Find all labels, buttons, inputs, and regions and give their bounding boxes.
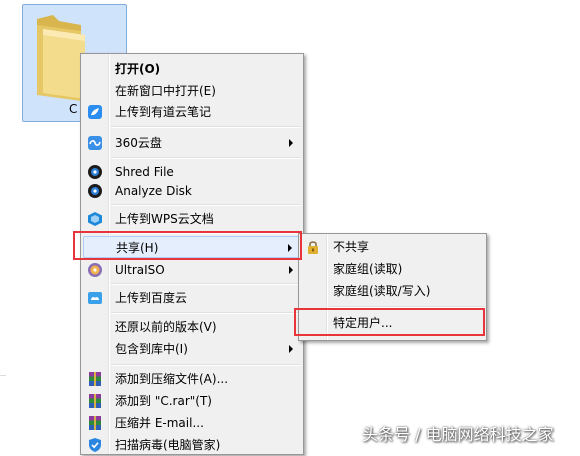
menu-item-upload-baidu[interactable]: 上传到百度云 [83, 287, 301, 309]
menu-separator [111, 364, 301, 366]
menu-item-label: 上传到WPS云文档 [115, 212, 214, 226]
menu-separator [111, 157, 301, 159]
shredder-icon [88, 165, 102, 179]
menu-item-label: 打开(O) [115, 62, 161, 76]
submenu-item-no-share[interactable]: 不共享 [301, 236, 484, 258]
menu-item-label: 家庭组(读取) [333, 262, 403, 276]
submenu-item-homegroup-read[interactable]: 家庭组(读取) [301, 258, 484, 280]
menu-item-restore-previous[interactable]: 还原以前的版本(V) [83, 316, 301, 338]
menu-item-label: 添加到 "C.rar"(T) [115, 394, 212, 408]
menu-item-label: 扫描病毒(电脑管家) [115, 438, 221, 452]
submenu-arrow-icon [289, 266, 293, 274]
menu-item-label: 上传到百度云 [115, 291, 188, 305]
disk-analyzer-icon [88, 184, 102, 198]
menu-item-label: 上传到有道云笔记 [115, 105, 212, 119]
360-cloud-icon [88, 136, 102, 150]
menu-separator [111, 126, 301, 128]
highlight-box-specific-users [294, 308, 485, 336]
menu-item-add-to-archive[interactable]: 添加到压缩文件(A)... [83, 368, 301, 390]
menu-item-label: 家庭组(读取/写入) [333, 284, 431, 298]
menu-item-label: 360云盘 [115, 136, 162, 150]
submenu-item-homegroup-readwrite[interactable]: 家庭组(读取/写入) [301, 280, 484, 302]
menu-separator [111, 283, 301, 285]
menu-item-add-to-c-rar[interactable]: 添加到 "C.rar"(T) [83, 390, 301, 412]
folder-label: C [69, 102, 78, 116]
baidu-cloud-icon [88, 292, 102, 304]
youdao-note-icon [88, 105, 102, 119]
menu-item-compress-email[interactable]: 压缩并 E-mail... [83, 412, 301, 434]
watermark-text: 头条号 / 电脑网络科技之家 [362, 425, 554, 444]
menu-item-label: 压缩并 E-mail... [115, 416, 204, 430]
menu-item-scan-virus[interactable]: 扫描病毒(电脑管家) [83, 434, 301, 456]
submenu-arrow-icon [289, 345, 293, 353]
menu-item-upload-youdao[interactable]: 上传到有道云笔记 [83, 101, 301, 123]
menu-item-label: 不共享 [333, 240, 370, 254]
lock-icon [308, 241, 318, 254]
menu-item-ultraiso[interactable]: UltraISO [83, 259, 301, 281]
menu-item-label: 在新窗口中打开(E) [115, 84, 216, 98]
wps-cloud-icon [88, 212, 102, 226]
menu-separator [111, 204, 301, 206]
menu-item-label: UltraISO [115, 263, 165, 277]
menu-item-include-library[interactable]: 包含到库中(I) [83, 338, 301, 360]
winrar-icon [89, 372, 101, 386]
menu-item-label: 包含到库中(I) [115, 342, 188, 356]
menu-item-open[interactable]: 打开(O) [83, 58, 301, 80]
menu-item-upload-wps[interactable]: 上传到WPS云文档 [83, 208, 301, 230]
highlight-box-share [73, 231, 302, 260]
menu-item-analyze-disk[interactable]: Analyze Disk [83, 180, 301, 202]
menu-item-label: 添加到压缩文件(A)... [115, 372, 229, 386]
menu-separator [111, 312, 301, 314]
ultraiso-disc-icon [88, 263, 102, 277]
menu-item-360-yunpan[interactable]: 360云盘 [83, 132, 301, 154]
menu-item-label: Analyze Disk [115, 184, 192, 198]
winrar-icon [89, 394, 101, 408]
window-edge [0, 375, 6, 376]
menu-item-open-new-window[interactable]: 在新窗口中打开(E) [83, 80, 301, 102]
menu-item-label: 还原以前的版本(V) [115, 320, 217, 334]
submenu-arrow-icon [289, 139, 293, 147]
winrar-icon [89, 416, 101, 430]
